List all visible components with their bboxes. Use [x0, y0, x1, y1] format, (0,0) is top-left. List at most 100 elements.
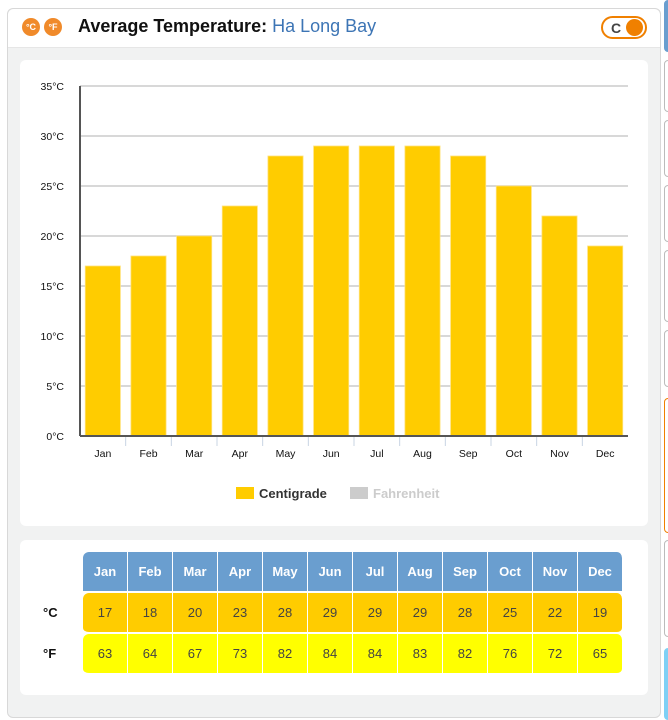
table-cell: 64: [128, 634, 173, 675]
month-header: Apr: [218, 552, 263, 593]
page-title: Average Temperature: Ha Long Bay: [78, 16, 376, 37]
unit-toggle[interactable]: C: [601, 16, 647, 39]
table-cell: 82: [263, 634, 308, 675]
table-panel: Jan Feb Mar Apr May Jun Jul Aug Sep Oct Nov Dec °C 1…: [20, 540, 648, 695]
side-tab[interactable]: [664, 648, 668, 720]
month-header: Dec: [578, 552, 623, 593]
toggle-label: C: [611, 20, 622, 36]
table-cell: 76: [488, 634, 533, 675]
side-tab[interactable]: [664, 330, 668, 387]
x-tick-label: Dec: [596, 448, 615, 460]
bar-jun: [313, 145, 350, 437]
side-tab[interactable]: [664, 250, 668, 322]
table-cell: 29: [398, 593, 443, 634]
temperature-bar-chart: 0°C 5°C 10°C 15°C 20°C 25°C 30°C 35°C Jan Feb Mar A…: [41, 81, 628, 460]
table-cell: 20: [173, 593, 218, 634]
month-header: Jan: [83, 552, 128, 593]
celsius-row: °C 17 18 20 23 28 29 29 29 28 25 22 19: [33, 593, 623, 634]
y-tick-label: 20°C: [41, 231, 65, 243]
table-cell: 29: [353, 593, 398, 634]
legend-swatch-centigrade: [236, 487, 254, 499]
temperature-table: Jan Feb Mar Apr May Jun Jul Aug Sep Oct Nov Dec °C 1…: [33, 552, 623, 675]
bar-nov: [541, 215, 578, 437]
bar-sep: [450, 155, 487, 437]
legend-label-fahrenheit: Fahrenheit: [373, 486, 440, 501]
x-tick-label: Jun: [323, 448, 340, 460]
side-tab[interactable]: [664, 398, 668, 533]
y-tick-label: 15°C: [41, 281, 65, 293]
fahrenheit-icon[interactable]: °F: [44, 18, 62, 36]
y-tick-label: 35°C: [41, 81, 65, 93]
legend-swatch-fahrenheit: [350, 487, 368, 499]
table-cell: 22: [533, 593, 578, 634]
month-header: May: [263, 552, 308, 593]
table-cell: 28: [263, 593, 308, 634]
bar-aug: [404, 145, 441, 437]
fahrenheit-row: °F 63 64 67 73 82 84 84 83 82 76 72 65: [33, 634, 623, 675]
table-cell: 23: [218, 593, 263, 634]
table-cell: 18: [128, 593, 173, 634]
table-header-row: Jan Feb Mar Apr May Jun Jul Aug Sep Oct Nov Dec: [33, 552, 623, 593]
x-tick-label: Jan: [94, 448, 111, 460]
title-label: Average Temperature:: [78, 16, 268, 36]
bar-jul: [358, 145, 395, 437]
side-tab[interactable]: [664, 60, 668, 112]
bar-apr: [221, 205, 258, 437]
table-corner: [33, 552, 83, 593]
month-header: Jul: [353, 552, 398, 593]
temperature-card: °C °F Average Temperature: Ha Long Bay C…: [7, 8, 661, 718]
side-tab[interactable]: [664, 540, 668, 637]
x-tick-label: Oct: [506, 448, 522, 460]
chart-legend: Centigrade Fahrenheit: [20, 486, 648, 506]
table-cell: 65: [578, 634, 623, 675]
y-tick-label: 30°C: [41, 131, 65, 143]
table-cell: 29: [308, 593, 353, 634]
table-cell: 72: [533, 634, 578, 675]
x-tick-label: May: [276, 448, 297, 460]
month-header: Oct: [488, 552, 533, 593]
toggle-knob: [626, 19, 643, 36]
bar-mar: [176, 235, 213, 437]
bar-oct: [495, 185, 532, 437]
month-header: Aug: [398, 552, 443, 593]
y-tick-label: 25°C: [41, 181, 65, 193]
month-header: Sep: [443, 552, 488, 593]
x-tick-label: Feb: [139, 448, 157, 460]
side-tab[interactable]: [664, 0, 668, 52]
y-tick-label: 10°C: [41, 331, 65, 343]
y-tick-label: 5°C: [46, 381, 64, 393]
celsius-icon[interactable]: °C: [22, 18, 40, 36]
table-cell: 63: [83, 634, 128, 675]
x-tick-label: Aug: [413, 448, 432, 460]
card-header: °C °F Average Temperature: Ha Long Bay C: [8, 9, 660, 48]
bar-dec: [587, 245, 624, 437]
table-cell: 82: [443, 634, 488, 675]
side-tab[interactable]: [664, 185, 668, 242]
bar-jan: [84, 265, 121, 437]
table-cell: 83: [398, 634, 443, 675]
bar-feb: [130, 255, 167, 437]
x-tick-label: Mar: [185, 448, 204, 460]
month-header: Jun: [308, 552, 353, 593]
table-cell: 84: [308, 634, 353, 675]
legend-label-centigrade: Centigrade: [259, 486, 327, 501]
chart-panel: 0°C 5°C 10°C 15°C 20°C 25°C 30°C 35°C Jan Feb Mar A…: [20, 60, 648, 526]
table-cell: 73: [218, 634, 263, 675]
row-label: °F: [33, 634, 83, 675]
table-cell: 25: [488, 593, 533, 634]
y-tick-label: 0°C: [46, 431, 64, 443]
x-tick-label: Nov: [550, 448, 569, 460]
x-tick-label: Sep: [459, 448, 478, 460]
table-cell: 19: [578, 593, 623, 634]
table-cell: 17: [83, 593, 128, 634]
x-tick-label: Jul: [370, 448, 383, 460]
row-label: °C: [33, 593, 83, 634]
table-cell: 28: [443, 593, 488, 634]
location-name: Ha Long Bay: [272, 16, 377, 36]
month-header: Feb: [128, 552, 173, 593]
month-header: Nov: [533, 552, 578, 593]
bar-may: [267, 155, 304, 437]
side-tab[interactable]: [664, 120, 668, 177]
table-cell: 67: [173, 634, 218, 675]
table-cell: 84: [353, 634, 398, 675]
